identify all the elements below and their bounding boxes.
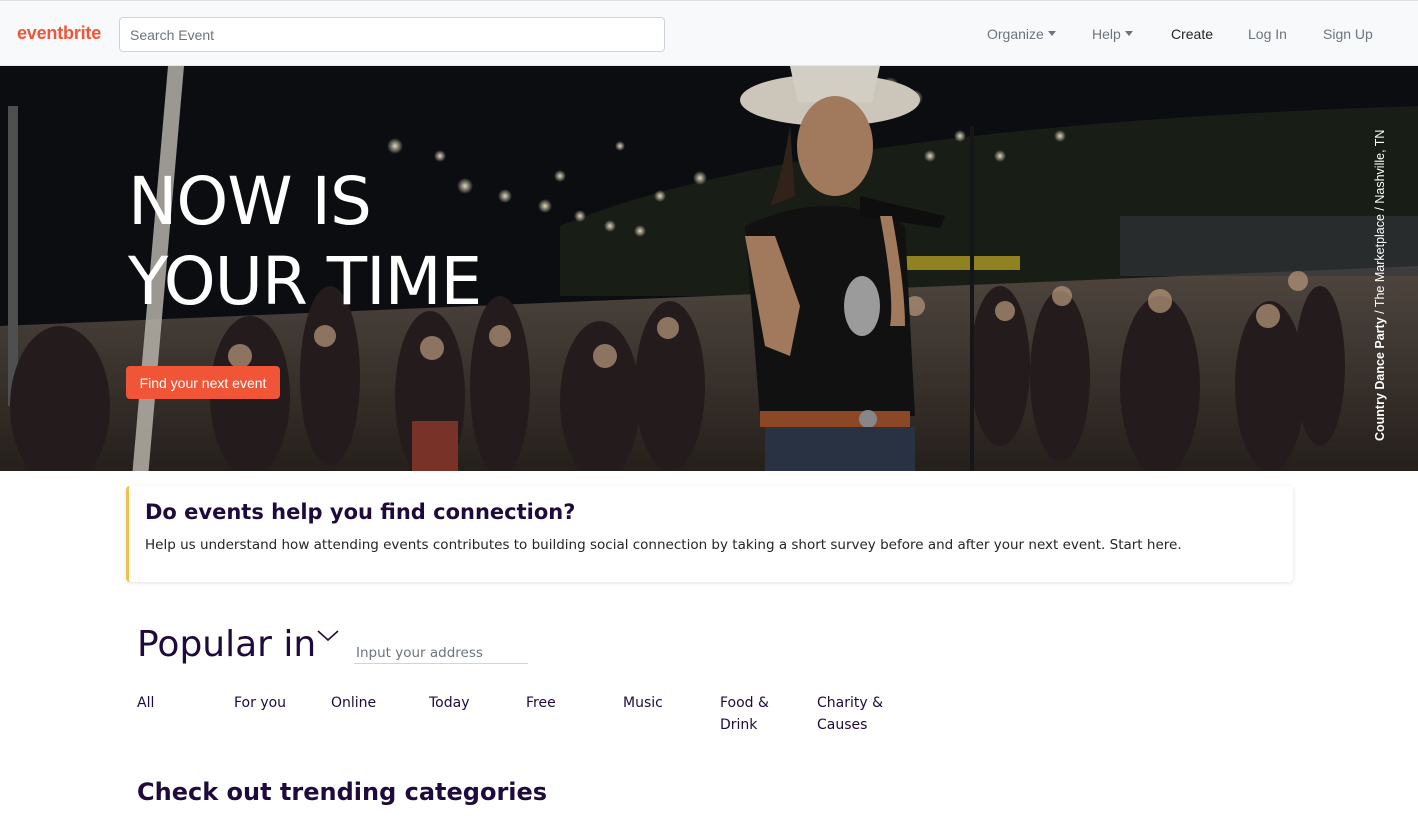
hero-title-line2: YOUR TIME [128,243,482,320]
find-next-event-button[interactable]: Find your next event [126,366,280,399]
eventbrite-logo[interactable]: eventbrite [17,23,101,44]
help-label: Help [1092,26,1121,42]
survey-card[interactable]: Do events help you find connection? Help… [126,486,1293,582]
category-tabs: All For you Online Today Free Music Food… [137,692,937,742]
trending-categories-heading: Check out trending categories [137,778,548,806]
top-navbar: eventbrite Organize Help Create Log In S… [0,0,1418,66]
tab-food-drink[interactable]: Food & Drink [720,692,780,736]
organize-label: Organize [987,26,1044,42]
tab-music[interactable]: Music [623,692,703,714]
hero-title: NOW IS YOUR TIME [128,162,482,322]
tab-all[interactable]: All [137,692,217,714]
create-link[interactable]: Create [1171,26,1213,42]
survey-text: Help us understand how attending events … [145,537,1182,553]
photo-caption-location: / The Marketplace / Nashville, TN [1373,129,1387,318]
hero-title-line1: NOW IS [128,163,372,240]
tab-today[interactable]: Today [429,692,509,714]
help-dropdown[interactable]: Help [1092,26,1133,42]
tab-for-you[interactable]: For you [234,692,314,714]
signup-link[interactable]: Sign Up [1323,26,1373,42]
search-input[interactable] [119,17,665,52]
photo-caption: Country Dance Party / The Marketplace / … [1373,130,1387,441]
popular-in-heading: Popular in [137,624,317,665]
login-link[interactable]: Log In [1248,26,1287,42]
caret-down-icon [1124,31,1133,36]
tab-online[interactable]: Online [331,692,411,714]
hero-banner: NOW IS YOUR TIME Find your next event Co… [0,66,1418,471]
chevron-down-icon[interactable] [316,628,340,644]
tab-charity-causes[interactable]: Charity & Causes [817,692,887,736]
caret-down-icon [1047,31,1056,36]
survey-title: Do events help you find connection? [145,500,576,524]
tab-free[interactable]: Free [526,692,606,714]
address-input[interactable] [354,642,528,664]
organize-dropdown[interactable]: Organize [987,26,1056,42]
photo-caption-event: Country Dance Party [1373,317,1387,441]
